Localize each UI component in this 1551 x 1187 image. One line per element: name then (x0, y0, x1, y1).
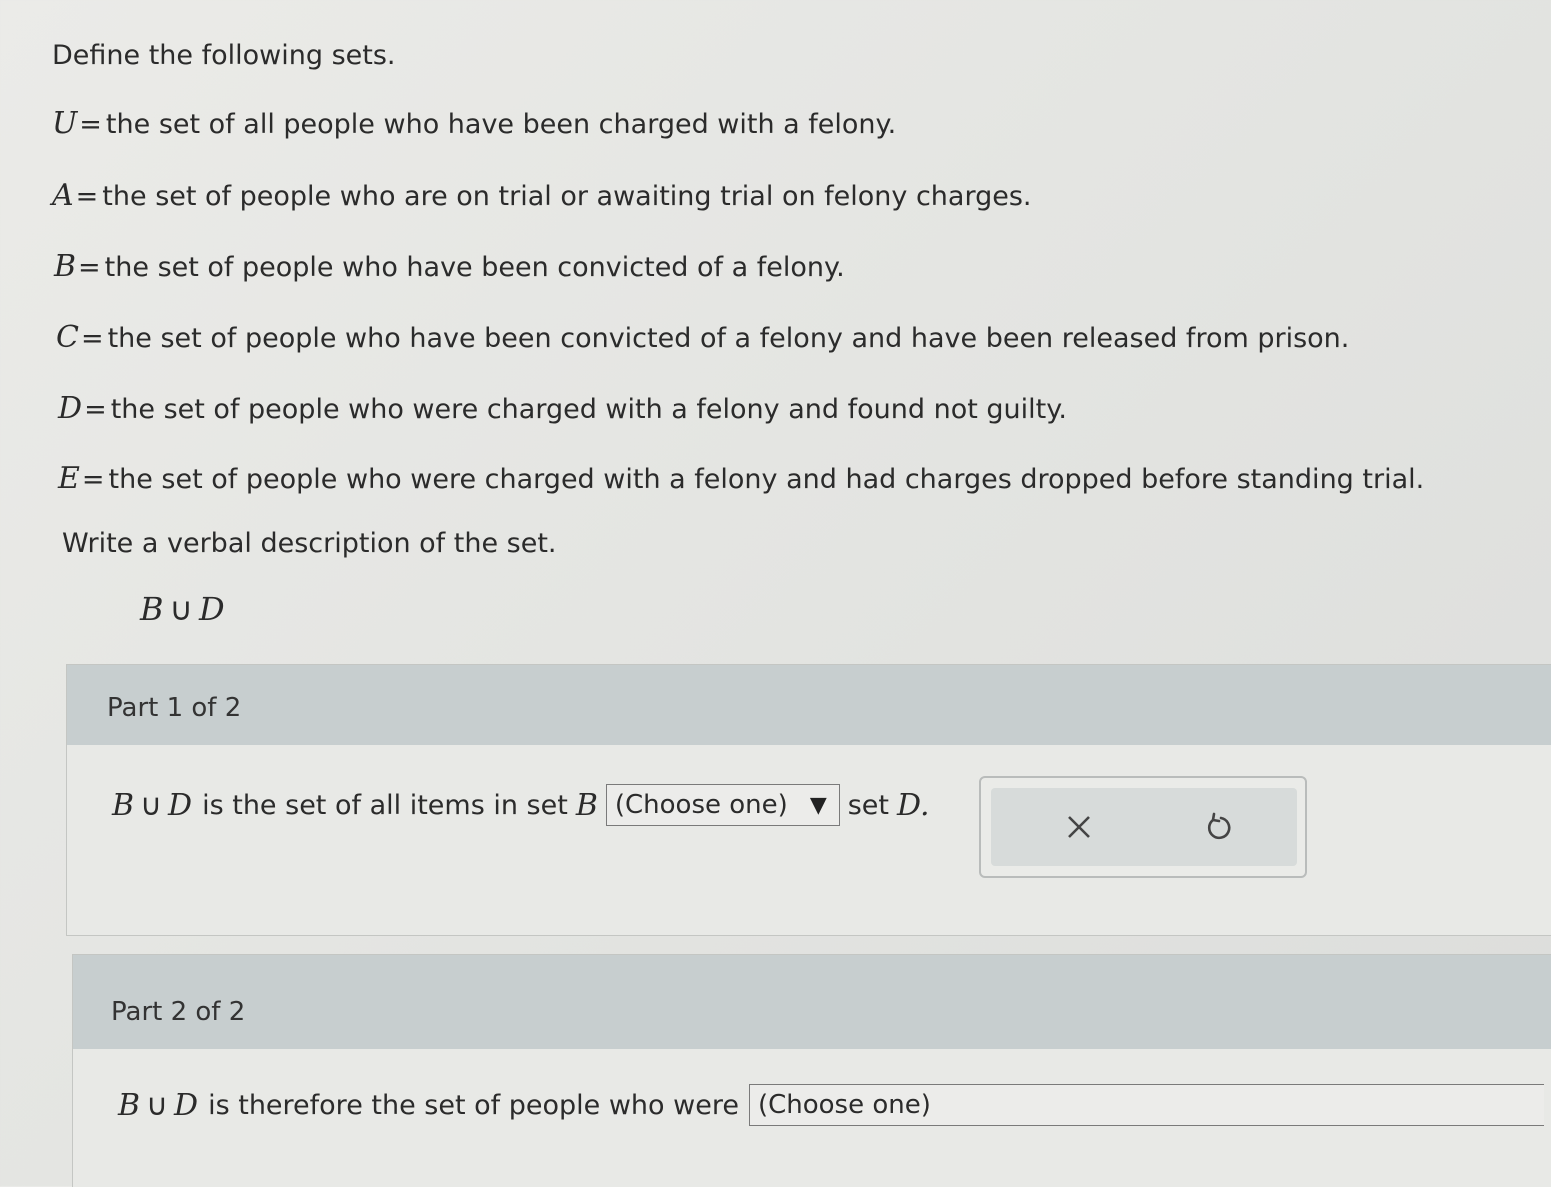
answer-actions (979, 776, 1307, 878)
set-b-variable: B (575, 787, 598, 823)
prompt-text: Write a verbal description of the set. (62, 528, 557, 559)
definition-u: U= the set of all people who have been ch… (52, 106, 896, 141)
part-2-sentence-text: is therefore the set of people who were (208, 1089, 739, 1121)
intro-text: Define the following sets. (52, 40, 396, 71)
part-2-header: Part 2 of 2 (73, 955, 1551, 1049)
undo-button[interactable] (1159, 788, 1279, 866)
union-symbol: ∪ (146, 1087, 169, 1123)
part-1-sentence-end: set (847, 789, 889, 821)
definition-b: B= the set of people who have been convic… (54, 249, 845, 284)
set-variable: D (58, 391, 83, 426)
equals-sign: = (81, 464, 105, 495)
dropdown-value: (Choose one) (757, 1090, 931, 1120)
undo-icon (1207, 812, 1231, 840)
definition-text: the set of all people who have been char… (105, 109, 897, 140)
dropdown-arrow-icon: ▼ (809, 792, 827, 818)
close-icon (1068, 816, 1090, 838)
description-dropdown[interactable]: (Choose one) (748, 1084, 1544, 1126)
part-2-panel: Part 2 of 2 (72, 954, 1551, 1187)
clear-button[interactable] (1019, 788, 1139, 866)
part-1-title: Part 1 of 2 (107, 693, 242, 723)
expression-left: B (112, 787, 135, 823)
question-page: Define the following sets. U= the set of … (0, 0, 1551, 1187)
equals-sign: = (84, 394, 107, 425)
definition-a: A= the set of people who are on trial or … (52, 178, 1032, 213)
equals-sign: = (79, 109, 102, 140)
expression-right: D (168, 787, 193, 823)
dropdown-value: (Choose one) (614, 790, 788, 820)
expression-left: B (140, 590, 164, 628)
set-d-variable: D. (897, 787, 930, 823)
expression-right: D (198, 590, 225, 628)
set-variable: U (52, 106, 78, 141)
equals-sign: = (75, 181, 99, 212)
relation-dropdown[interactable]: (Choose one) ▼ (605, 784, 840, 826)
set-variable: B (54, 249, 77, 284)
part-2-expression: B ∪ D (118, 1088, 198, 1123)
union-symbol: ∪ (140, 787, 163, 823)
part-1-sentence: B ∪ D is the set of all items in set B (Ch… (112, 784, 938, 826)
equals-sign: = (80, 323, 104, 354)
part-1-expression: B ∪ D (112, 788, 192, 823)
definition-c: C= the set of people who have been convic… (56, 320, 1349, 355)
part-2-title: Part 2 of 2 (111, 997, 246, 1027)
definition-e: E= the set of people who were charged wit… (58, 461, 1424, 496)
set-variable: C (56, 320, 79, 355)
set-expression: B ∪ D (140, 590, 225, 628)
definition-text: the set of people who were charged with … (110, 394, 1067, 425)
definition-text: the set of people who are on trial or aw… (102, 181, 1032, 212)
set-variable: A (52, 178, 74, 213)
definition-text: the set of people who have been convicte… (107, 323, 1350, 354)
expression-left: B (118, 1087, 141, 1123)
definition-d: D= the set of people who were charged wit… (58, 391, 1067, 426)
definition-text: the set of people who were charged with … (108, 464, 1425, 495)
part-2-sentence: B ∪ D is therefore the set of people who w… (118, 1084, 1544, 1126)
part-1-header: Part 1 of 2 (67, 665, 1551, 745)
answer-actions-inner (991, 788, 1297, 866)
equals-sign: = (78, 252, 101, 283)
part-1-sentence-start: is the set of all items in set (202, 789, 568, 821)
set-variable: E (58, 461, 80, 496)
union-symbol: ∪ (169, 590, 193, 628)
expression-right: D (174, 1087, 199, 1123)
definition-text: the set of people who have been convicte… (104, 252, 845, 283)
